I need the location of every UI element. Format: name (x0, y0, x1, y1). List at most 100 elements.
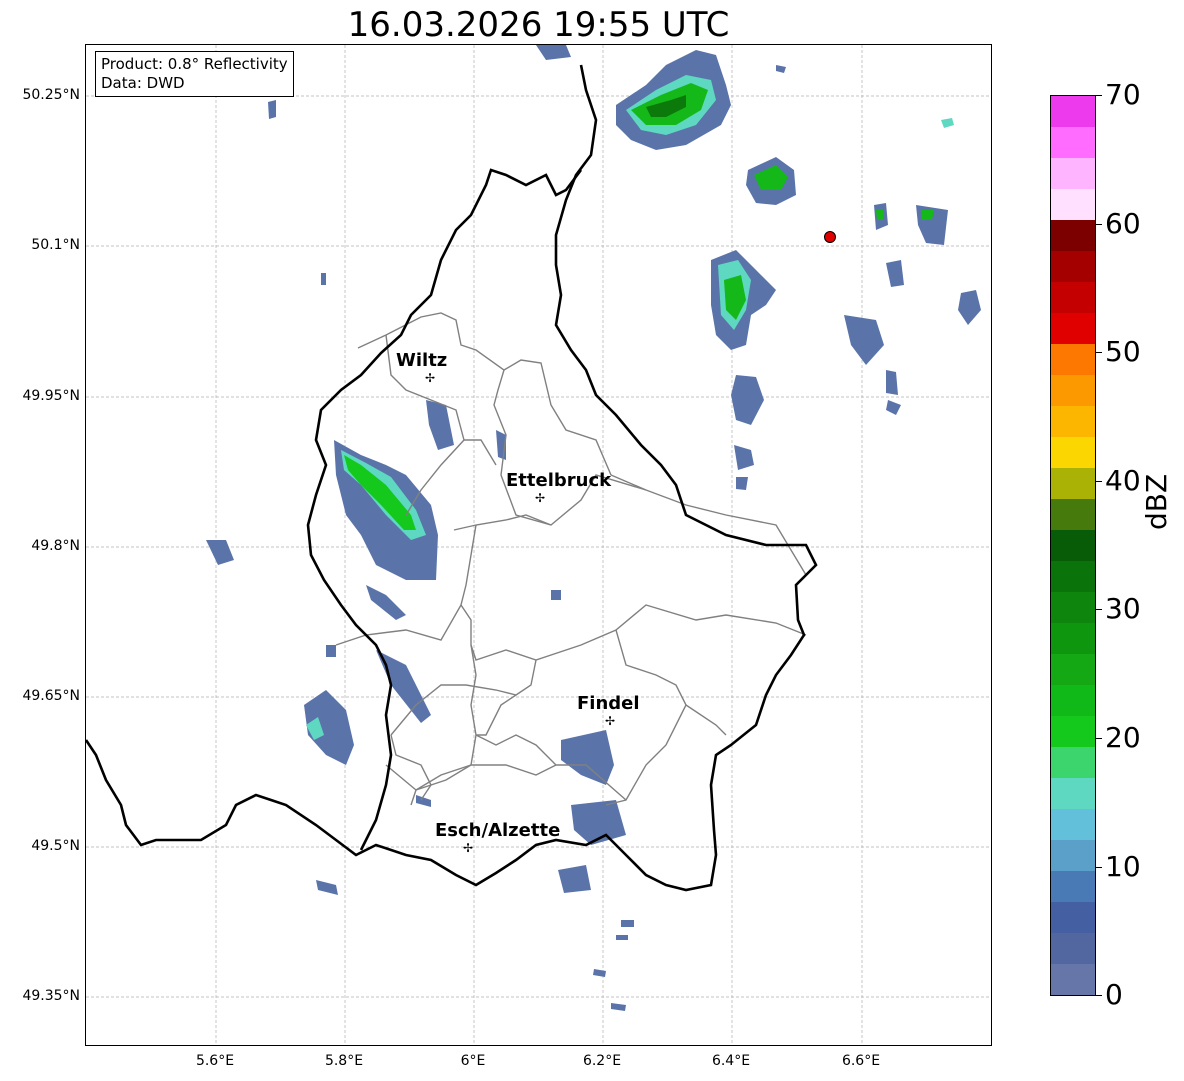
colorbar-segment (1051, 499, 1095, 530)
radar-echo (876, 210, 884, 220)
colorbar-tick (1096, 224, 1102, 225)
city-label-findel: Findel (577, 693, 640, 714)
colorbar-segment (1051, 747, 1095, 778)
map-area[interactable] (85, 44, 992, 1046)
colorbar-segment (1051, 375, 1095, 406)
radar-echo (366, 585, 406, 620)
colorbar-segment (1051, 685, 1095, 716)
radar-echo (593, 969, 606, 977)
colorbar-segment (1051, 220, 1095, 251)
map-title: 16.03.2026 19:55 UTC (347, 5, 730, 45)
city-label-esch-alzette: Esch/Alzette (435, 820, 561, 841)
canton-border (453, 514, 552, 531)
country-borders (86, 64, 818, 892)
lat-tick-label: 49.8°N (31, 538, 80, 554)
colorbar-tick (1096, 609, 1102, 610)
colorbar-segment (1051, 158, 1095, 189)
city-marker-icon: ✢ (535, 491, 546, 505)
colorbar-segment (1051, 840, 1095, 871)
colorbar-title: dBZ (1140, 473, 1173, 530)
lat-tick-label: 50.1°N (31, 237, 80, 253)
radar-echo (558, 865, 591, 893)
colorbar-segment (1051, 778, 1095, 809)
radar-echo (206, 540, 234, 565)
lon-tick-label: 6°E (460, 1053, 486, 1069)
colorbar-segment (1051, 313, 1095, 344)
colorbar-segment (1051, 96, 1095, 127)
country-border-luxembourg (86, 64, 818, 892)
city-marker-icon: ✢ (605, 714, 616, 728)
radar-echo (561, 730, 614, 785)
colorbar-tick (1096, 352, 1102, 353)
radar-echo (941, 118, 954, 128)
colorbar-segment (1051, 468, 1095, 499)
radar-echo (734, 445, 754, 470)
city-label-wiltz: Wiltz (396, 350, 448, 371)
radar-echo (736, 477, 748, 490)
product-label: Product: 0.8° Reflectivity (101, 55, 288, 73)
radar-echo (326, 645, 336, 657)
radar-echo (731, 375, 764, 425)
radar-echo (844, 315, 884, 365)
radar-echo (886, 400, 901, 415)
lon-tick-label: 6.6°E (841, 1053, 881, 1069)
colorbar-tick-label: 50 (1105, 335, 1141, 368)
colorbar-segment (1051, 964, 1095, 995)
colorbar-segment (1051, 654, 1095, 685)
city-marker-icon: ✢ (463, 841, 474, 855)
canton-border (385, 764, 557, 791)
radar-echo (621, 920, 634, 927)
data-source-label: Data: DWD (101, 74, 185, 92)
colorbar-segment (1051, 592, 1095, 623)
lon-tick-label: 6.4°E (711, 1053, 751, 1069)
radar-echo (921, 210, 934, 220)
colorbar-tick (1096, 995, 1102, 996)
colorbar-segment (1051, 406, 1095, 437)
colorbar-segment (1051, 189, 1095, 220)
radar-echo (776, 65, 786, 73)
colorbar-segment (1051, 530, 1095, 561)
colorbar-tick-label: 40 (1105, 464, 1141, 497)
radar-echo (551, 590, 561, 600)
radar-echo (316, 880, 338, 895)
colorbar-segment (1051, 933, 1095, 964)
radar-echo (268, 100, 276, 119)
radar-echoes (206, 45, 981, 1011)
colorbar-tick (1096, 481, 1102, 482)
colorbar-segment (1051, 809, 1095, 840)
map-canvas (86, 45, 991, 1045)
lat-tick-label: 49.65°N (22, 688, 80, 704)
colorbar-tick-label: 60 (1105, 207, 1141, 240)
canton-border (605, 629, 687, 806)
lat-tick-label: 49.5°N (31, 838, 80, 854)
radar-site-marker (824, 231, 836, 243)
colorbar-segment (1051, 871, 1095, 902)
colorbar-segment (1051, 623, 1095, 654)
radar-echo (321, 273, 326, 285)
colorbar-segment (1051, 561, 1095, 592)
colorbar-tick (1096, 738, 1102, 739)
canton-border (460, 524, 807, 661)
city-marker-icon: ✢ (425, 371, 436, 385)
colorbar-segment (1051, 282, 1095, 313)
colorbar-segment (1051, 716, 1095, 747)
colorbar-tick-label: 20 (1105, 721, 1141, 754)
lat-tick-label: 49.95°N (22, 388, 80, 404)
canton-border (476, 659, 537, 736)
colorbar-segment (1051, 344, 1095, 375)
colorbar-segment (1051, 127, 1095, 158)
radar-echo (958, 290, 981, 325)
canton-border (464, 439, 497, 466)
colorbar (1050, 95, 1096, 996)
lat-tick-label: 49.35°N (22, 988, 80, 1004)
colorbar-segment (1051, 902, 1095, 933)
colorbar-tick-label: 70 (1105, 78, 1141, 111)
radar-echo (886, 260, 904, 287)
lon-tick-label: 6.2°E (582, 1053, 622, 1069)
canton-border (390, 734, 432, 801)
colorbar-segment (1051, 251, 1095, 282)
colorbar-tick-label: 30 (1105, 592, 1141, 625)
colorbar-tick (1096, 95, 1102, 96)
radar-echo (616, 935, 628, 940)
lat-tick-label: 50.25°N (22, 87, 80, 103)
